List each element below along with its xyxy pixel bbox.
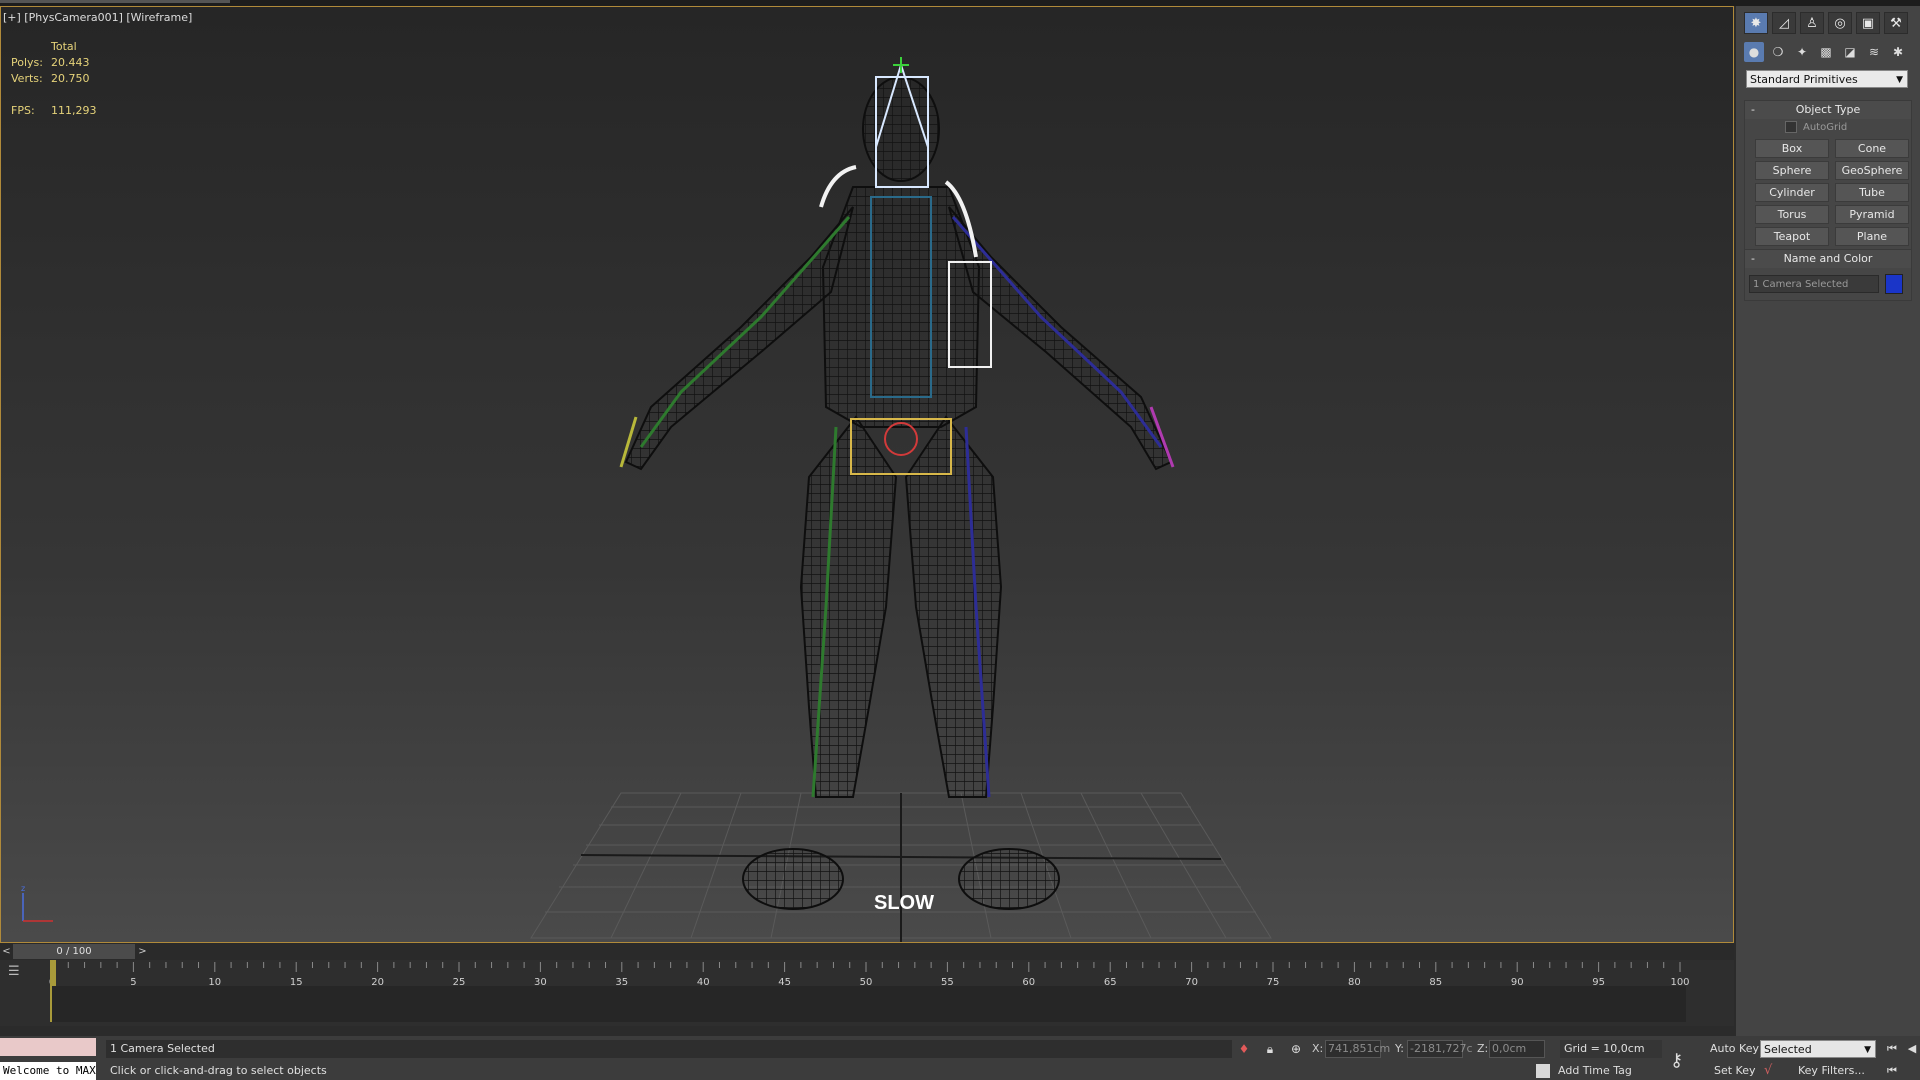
time-slider: < 0 / 100 >	[0, 943, 1734, 960]
geometry-icon[interactable]: ●	[1744, 42, 1764, 62]
primitive-category-dropdown[interactable]: Standard Primitives ▼	[1746, 70, 1908, 88]
name-row: 1 Camera Selected	[1745, 268, 1911, 300]
stats-polys-value: 20.443	[51, 56, 90, 69]
maxscript-mini-listener[interactable]	[0, 1038, 96, 1056]
key-selection-value: Selected	[1764, 1043, 1812, 1056]
prompt-line: Click or click-and-drag to select object…	[110, 1064, 327, 1077]
primitive-category-value: Standard Primitives	[1750, 73, 1858, 86]
name-and-color-title: Name and Color	[1783, 252, 1873, 265]
object-type-rollout: - Object Type AutoGrid Box Cone Sphere G…	[1744, 100, 1912, 253]
key-filters-button[interactable]: Key Filters...	[1798, 1062, 1865, 1080]
shapes-icon[interactable]: ❍	[1768, 42, 1788, 62]
x-coord-field[interactable]: 741,851cm	[1325, 1040, 1390, 1058]
time-slider-next-button[interactable]: >	[136, 944, 149, 959]
stats-fps-label: FPS:	[11, 104, 35, 117]
stats-verts-label: Verts:	[11, 72, 43, 85]
axis-z-label: z	[21, 885, 25, 893]
plane-button[interactable]: Plane	[1835, 227, 1909, 246]
status-bar: Welcome to MAXScript. 1 Camera Selected …	[0, 1036, 1920, 1080]
time-slider-prev-button[interactable]: <	[0, 944, 13, 959]
previous-frame-icon[interactable]: ◀	[1904, 1040, 1920, 1058]
y-coord-label: Y:	[1395, 1042, 1404, 1055]
wireframe-scene	[530, 57, 1272, 942]
z-coord-label: Z:	[1477, 1042, 1489, 1055]
stats-fps-value: 111,293	[51, 104, 97, 117]
collapse-icon: -	[1751, 252, 1755, 265]
axis-tripod-icon: z	[21, 885, 53, 922]
active-tab-indicator	[0, 0, 230, 3]
command-panel: ✸ ◿ ♙ ◎ ▣ ⚒ ● ❍ ✦ ▩ ◪ ≋ ✱ Standard Primi…	[1736, 6, 1920, 1036]
cone-button[interactable]: Cone	[1835, 139, 1909, 158]
object-name-field[interactable]: 1 Camera Selected	[1749, 275, 1879, 293]
z-coord-field[interactable]: 0,0cm	[1489, 1040, 1545, 1058]
pyramid-button[interactable]: Pyramid	[1835, 205, 1909, 224]
time-slider-thumb[interactable]: 0 / 100	[13, 944, 135, 959]
y-coord-field[interactable]: -2181,727c	[1407, 1040, 1473, 1058]
set-key-icon[interactable]: ⚷	[1670, 1050, 1683, 1071]
character-mesh	[624, 76, 1173, 910]
slow-indicator: SLOW	[874, 892, 934, 914]
autogrid-label: AutoGrid	[1803, 121, 1848, 133]
auto-key-button[interactable]: Auto Key	[1710, 1040, 1759, 1058]
lights-icon[interactable]: ✦	[1792, 42, 1812, 62]
systems-icon[interactable]: ✱	[1888, 42, 1908, 62]
go-to-start-alt-icon[interactable]: ⏮	[1884, 1062, 1900, 1080]
hierarchy-icon[interactable]: ♙	[1800, 12, 1824, 34]
geosphere-button[interactable]: GeoSphere	[1835, 161, 1909, 180]
display-icon[interactable]: ▣	[1856, 12, 1880, 34]
torus-button[interactable]: Torus	[1755, 205, 1829, 224]
statistics-overlay: Total Polys: 20.443 Verts: 20.750 FPS: 111,…	[11, 39, 97, 119]
stats-polys-label: Polys:	[11, 56, 43, 69]
spacewarps-icon[interactable]: ≋	[1864, 42, 1884, 62]
object-type-title: Object Type	[1795, 103, 1861, 116]
viewport-label[interactable]: [+] [PhysCamera001] [Wireframe]	[3, 11, 192, 24]
key-curve-icon[interactable]: √	[1764, 1062, 1772, 1080]
isolate-selection-icon[interactable]: ♦	[1236, 1040, 1252, 1058]
name-and-color-rollout-header[interactable]: - Name and Color	[1745, 250, 1911, 268]
set-key-button[interactable]: Set Key	[1714, 1062, 1756, 1080]
add-time-tag-button[interactable]: Add Time Tag	[1536, 1062, 1632, 1080]
time-tag-icon	[1536, 1064, 1550, 1078]
chevron-down-icon: ▼	[1896, 75, 1903, 85]
chevron-down-icon: ▼	[1864, 1045, 1871, 1055]
modify-icon[interactable]: ◿	[1772, 12, 1796, 34]
name-and-color-rollout: - Name and Color 1 Camera Selected	[1744, 249, 1912, 301]
key-selection-dropdown[interactable]: Selected ▼	[1760, 1040, 1876, 1058]
motion-icon[interactable]: ◎	[1828, 12, 1852, 34]
helpers-icon[interactable]: ◪	[1840, 42, 1860, 62]
key-track[interactable]	[52, 986, 1686, 1022]
object-color-swatch[interactable]	[1885, 274, 1903, 294]
primitive-buttons: Box Cone Sphere GeoSphere Cylinder Tube …	[1755, 139, 1911, 246]
stats-verts-value: 20.750	[51, 72, 90, 85]
object-type-rollout-header[interactable]: - Object Type	[1745, 101, 1911, 119]
go-to-start-icon[interactable]: ⏮	[1884, 1040, 1900, 1058]
sphere-button[interactable]: Sphere	[1755, 161, 1829, 180]
selection-status: 1 Camera Selected	[106, 1040, 1232, 1058]
tube-button[interactable]: Tube	[1835, 183, 1909, 202]
create-icon[interactable]: ✸	[1744, 12, 1768, 34]
create-category-tabs: ● ❍ ✦ ▩ ◪ ≋ ✱	[1744, 42, 1912, 62]
utilities-icon[interactable]: ⚒	[1884, 12, 1908, 34]
x-coord-label: X:	[1312, 1042, 1324, 1055]
viewport-perspective[interactable]: [+] [PhysCamera001] [Wireframe] Total Po…	[0, 6, 1734, 943]
lock-selection-icon[interactable]: 🔒︎	[1262, 1040, 1278, 1058]
cylinder-button[interactable]: Cylinder	[1755, 183, 1829, 202]
maxscript-listener-output[interactable]: Welcome to MAXScript.	[0, 1062, 96, 1080]
autogrid-checkbox[interactable]	[1785, 121, 1797, 133]
add-time-tag-label: Add Time Tag	[1558, 1064, 1632, 1077]
grid-size-readout: Grid = 10,0cm	[1560, 1040, 1662, 1058]
absolute-mode-icon[interactable]: ⊕	[1288, 1040, 1304, 1058]
cameras-icon[interactable]: ▩	[1816, 42, 1836, 62]
stats-total-label: Total	[51, 40, 77, 53]
track-bar[interactable]: ☰ 05101520253035404550556065707580859095…	[0, 960, 1734, 1026]
autogrid-checkbox-row[interactable]: AutoGrid	[1785, 119, 1911, 135]
command-panel-tabs: ✸ ◿ ♙ ◎ ▣ ⚒	[1744, 12, 1912, 34]
box-button[interactable]: Box	[1755, 139, 1829, 158]
collapse-icon: -	[1751, 103, 1755, 116]
teapot-button[interactable]: Teapot	[1755, 227, 1829, 246]
